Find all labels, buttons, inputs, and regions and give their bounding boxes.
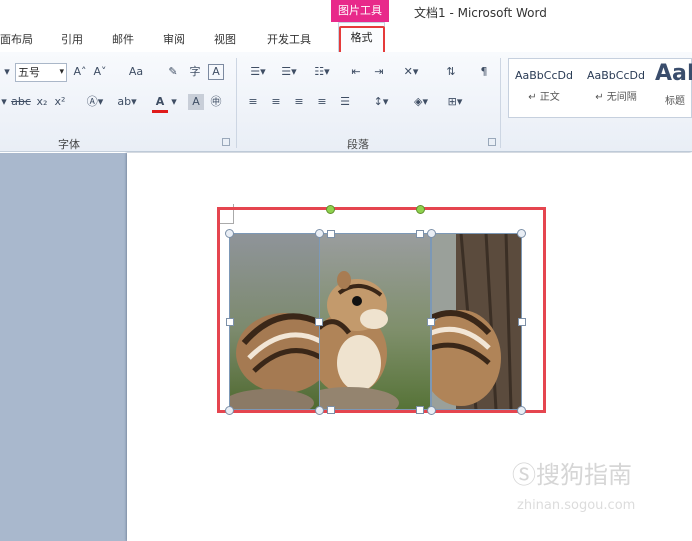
align-right-icon[interactable]: ≡ bbox=[291, 94, 307, 110]
group-separator bbox=[500, 58, 501, 148]
paragraph-group-label: 段落 bbox=[347, 138, 369, 151]
multilevel-list-icon[interactable]: ☷▾ bbox=[307, 64, 337, 80]
picture-tools-context-label: 图片工具 bbox=[331, 0, 389, 22]
group-separator bbox=[236, 58, 237, 148]
grow-font-button[interactable]: A˄ bbox=[72, 64, 88, 80]
phonetic-guide-icon[interactable]: 字 bbox=[186, 64, 204, 80]
resize-handle-side[interactable] bbox=[427, 318, 435, 326]
tab-view[interactable]: 视图 bbox=[214, 31, 236, 47]
tab-references[interactable]: 引用 bbox=[61, 31, 83, 47]
font-size-value: 五号 bbox=[18, 66, 40, 79]
tab-mailings[interactable]: 邮件 bbox=[112, 31, 134, 47]
enclose-characters-icon[interactable]: ㊥ bbox=[208, 94, 224, 110]
shading-icon[interactable]: ◈▾ bbox=[408, 94, 434, 110]
justify-icon[interactable]: ≡ bbox=[314, 94, 330, 110]
sort-icon[interactable]: ⇅ bbox=[442, 64, 460, 80]
resize-handle-side[interactable] bbox=[416, 406, 424, 414]
style-heading[interactable]: AaI 标题 bbox=[653, 59, 692, 117]
watermark-text: 搜狗指南 bbox=[536, 461, 632, 489]
resize-handle-corner[interactable] bbox=[517, 229, 526, 238]
font-name-dropdown-arrow[interactable]: ▾ bbox=[0, 64, 14, 80]
decrease-indent-icon[interactable]: ⇤ bbox=[347, 64, 365, 80]
chinese-layout-icon[interactable]: ✕▾ bbox=[398, 64, 424, 80]
resize-handle-corner[interactable] bbox=[225, 406, 234, 415]
images-highlight-box bbox=[217, 207, 546, 413]
style-no-spacing-sample: AaBbCcDd bbox=[587, 69, 645, 82]
style-normal[interactable]: AaBbCcDd ↵ 正文 bbox=[509, 59, 579, 117]
resize-handle-corner[interactable] bbox=[427, 229, 436, 238]
numbering-icon[interactable]: ☰▾ bbox=[276, 64, 302, 80]
resize-handle-corner[interactable] bbox=[517, 406, 526, 415]
style-no-spacing-name: ↵ 无间隔 bbox=[595, 92, 637, 103]
resize-handle-corner[interactable] bbox=[315, 229, 324, 238]
resize-handle-side[interactable] bbox=[315, 318, 323, 326]
resize-handle-corner[interactable] bbox=[427, 406, 436, 415]
distributed-icon[interactable]: ☰ bbox=[337, 94, 353, 110]
highlight-color-icon[interactable]: ab▾ bbox=[113, 94, 141, 110]
style-heading-name: 标题 bbox=[665, 96, 685, 107]
style-heading-sample: AaI bbox=[654, 61, 692, 86]
styles-gallery: AaBbCcDd ↵ 正文 AaBbCcDd ↵ 无间隔 AaI 标题 bbox=[508, 58, 692, 118]
style-normal-name: ↵ 正文 bbox=[528, 92, 560, 103]
clear-formatting-icon[interactable]: ✎ bbox=[164, 64, 182, 80]
bold-dropdown-icon[interactable]: ▾ bbox=[0, 94, 8, 110]
bullets-icon[interactable]: ☰▾ bbox=[245, 64, 271, 80]
align-center-icon[interactable]: ≡ bbox=[268, 94, 284, 110]
text-effects-icon[interactable]: Ⓐ▾ bbox=[84, 94, 106, 110]
resize-handle-side[interactable] bbox=[327, 406, 335, 414]
resize-handle-side[interactable] bbox=[518, 318, 526, 326]
line-spacing-icon[interactable]: ↕▾ bbox=[368, 94, 394, 110]
resize-handle-side[interactable] bbox=[327, 230, 335, 238]
superscript-button[interactable]: x² bbox=[53, 94, 67, 110]
resize-handle-corner[interactable] bbox=[315, 406, 324, 415]
character-border-icon[interactable]: A bbox=[208, 64, 224, 80]
resize-handle-side[interactable] bbox=[416, 230, 424, 238]
borders-icon[interactable]: ⊞▾ bbox=[442, 94, 468, 110]
watermark-logo: Ⓢ搜狗指南 bbox=[512, 455, 632, 490]
font-size-dropdown-icon: ▾ bbox=[59, 67, 64, 77]
change-case-button[interactable]: Aa bbox=[124, 64, 148, 80]
tab-developer[interactable]: 开发工具 bbox=[267, 31, 311, 47]
font-color-button[interactable]: A bbox=[152, 94, 168, 113]
style-no-spacing[interactable]: AaBbCcDd ↵ 无间隔 bbox=[581, 59, 651, 117]
character-shading-icon[interactable]: A bbox=[188, 94, 204, 110]
rotate-handle[interactable] bbox=[326, 205, 335, 214]
tab-page-layout[interactable]: 面布局 bbox=[0, 31, 33, 47]
font-dialog-launcher[interactable] bbox=[222, 138, 230, 146]
ribbon: ▾ 五号 ▾ A˄ A˅ Aa ✎ 字 A ▾ abc x₂ x² Ⓐ▾ ab▾… bbox=[0, 52, 692, 152]
rotate-handle[interactable] bbox=[416, 205, 425, 214]
style-normal-sample: AaBbCcDd bbox=[515, 69, 573, 82]
shrink-font-button[interactable]: A˅ bbox=[92, 64, 108, 80]
increase-indent-icon[interactable]: ⇥ bbox=[370, 64, 388, 80]
show-formatting-marks-icon[interactable]: ¶ bbox=[476, 64, 492, 80]
title-bar: 图片工具 文档1 - Microsoft Word bbox=[0, 0, 692, 24]
tab-review[interactable]: 审阅 bbox=[163, 31, 185, 47]
watermark-url: zhinan.sogou.com bbox=[517, 498, 636, 513]
strikethrough-button[interactable]: abc bbox=[10, 94, 32, 110]
document-title: 文档1 - Microsoft Word bbox=[414, 6, 547, 20]
resize-handle-corner[interactable] bbox=[225, 229, 234, 238]
font-color-dropdown-icon[interactable]: ▾ bbox=[170, 94, 178, 110]
font-size-combo[interactable]: 五号 ▾ bbox=[15, 63, 67, 82]
font-group-label: 字体 bbox=[58, 138, 80, 151]
resize-handle-side[interactable] bbox=[226, 318, 234, 326]
subscript-button[interactable]: x₂ bbox=[35, 94, 49, 110]
sogou-s-icon: Ⓢ bbox=[512, 461, 536, 489]
paragraph-dialog-launcher[interactable] bbox=[488, 138, 496, 146]
align-left-icon[interactable]: ≡ bbox=[245, 94, 261, 110]
